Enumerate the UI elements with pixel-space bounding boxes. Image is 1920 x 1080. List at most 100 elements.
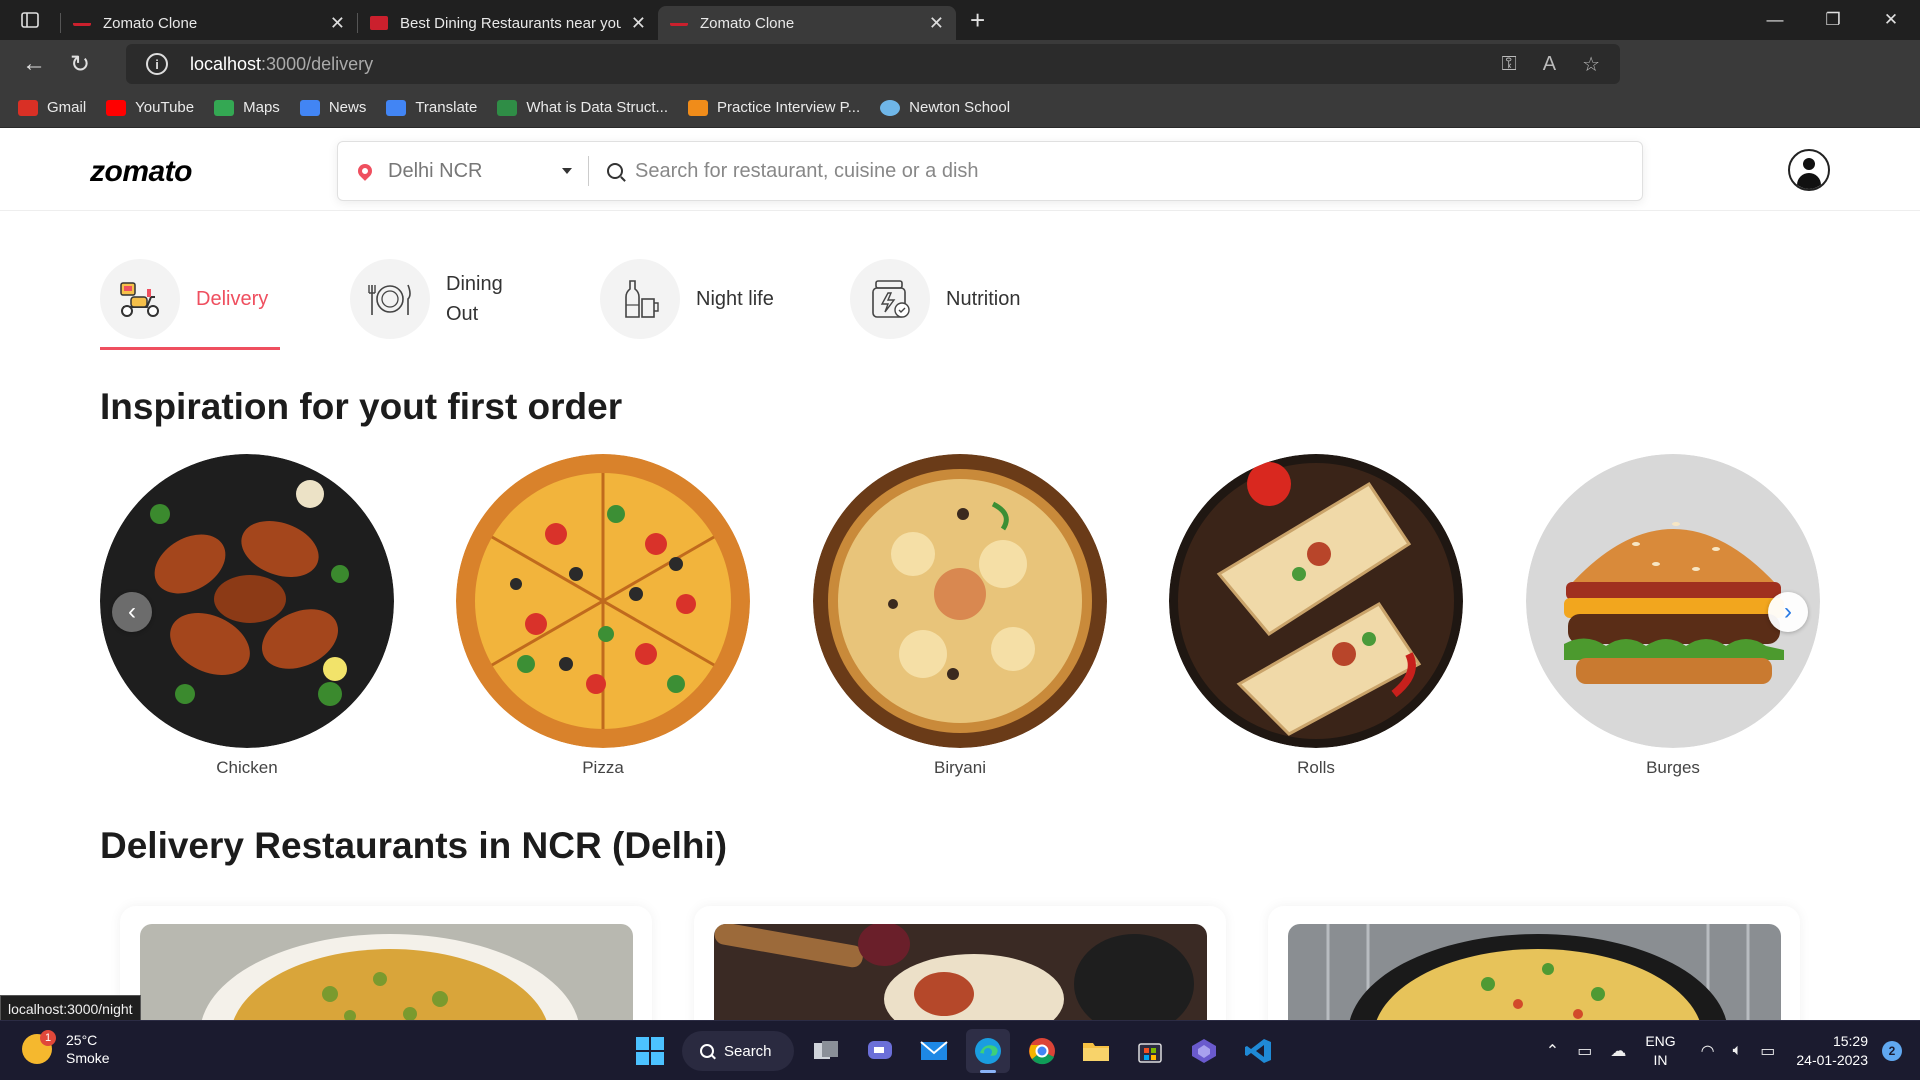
- address-toolbar: ← ↻ i localhost:3000/delivery ⚿ A ☆ ⧉ ✩ …: [0, 40, 1920, 118]
- bookmark-label: Newton School: [909, 99, 1011, 116]
- search-divider: [588, 156, 589, 186]
- tab-nutrition[interactable]: Nutrition: [850, 252, 1100, 346]
- minimize-icon[interactable]: —: [1746, 0, 1804, 40]
- weather-text: 25°C Smoke: [66, 1031, 110, 1067]
- power-automate-icon[interactable]: [1182, 1029, 1226, 1073]
- category-tabs: Delivery Dining Out Night life Nutrition: [100, 252, 1100, 350]
- address-bar[interactable]: i localhost:3000/delivery ⚿ A ☆: [126, 44, 1620, 84]
- tab-night-life[interactable]: Night life: [600, 252, 850, 346]
- omnibox-actions: ⚿ A ☆: [1501, 44, 1600, 84]
- active-tab-underline: [100, 347, 280, 350]
- zomato-logo[interactable]: zomato: [90, 155, 193, 189]
- tab-delivery[interactable]: Delivery: [100, 252, 350, 350]
- tab-label: Night life: [696, 288, 774, 310]
- close-tab-icon[interactable]: ✕: [631, 13, 646, 34]
- browser-tab-1[interactable]: Zomato Clone ✕: [61, 6, 357, 40]
- user-profile-button[interactable]: [1788, 149, 1830, 191]
- vscode-icon[interactable]: [1236, 1029, 1280, 1073]
- bookmark-practice-interview[interactable]: Practice Interview P...: [688, 99, 860, 116]
- bookmark-translate[interactable]: Translate: [386, 99, 477, 116]
- zomato-favicon-icon: [670, 20, 688, 26]
- key-icon[interactable]: ⚿: [1501, 53, 1516, 76]
- carousel-prev-button[interactable]: ‹: [112, 592, 152, 632]
- battery-icon[interactable]: ▭: [1760, 1041, 1775, 1061]
- food-item-rolls[interactable]: Rolls: [1169, 454, 1463, 778]
- refresh-icon[interactable]: ↻: [58, 44, 102, 84]
- microsoft-store-icon[interactable]: [1128, 1029, 1172, 1073]
- tab-title: Best Dining Restaurants near you: [400, 14, 621, 32]
- caret-down-icon[interactable]: [562, 168, 572, 174]
- bookmark-label: Translate: [415, 99, 478, 116]
- location-select[interactable]: Delhi NCR: [388, 160, 562, 183]
- browser-tab-3-active[interactable]: Zomato Clone ✕: [658, 6, 956, 40]
- bookmark-youtube[interactable]: YouTube: [106, 99, 194, 116]
- site-info-icon[interactable]: i: [146, 53, 168, 75]
- chrome-icon[interactable]: [1020, 1029, 1064, 1073]
- food-item-biryani[interactable]: Biryani: [813, 454, 1107, 778]
- task-view-icon[interactable]: [804, 1029, 848, 1073]
- chevron-up-icon[interactable]: ⌃: [1546, 1041, 1559, 1061]
- edge-browser-icon[interactable]: [966, 1029, 1010, 1073]
- food-item-pizza[interactable]: Pizza: [456, 454, 750, 778]
- carousel-next-button[interactable]: ›: [1768, 592, 1808, 632]
- restore-icon[interactable]: ❐: [1804, 0, 1862, 40]
- tab-actions-icon: [21, 12, 39, 28]
- new-tab-icon[interactable]: +: [970, 5, 985, 36]
- plate-icon: [350, 259, 430, 339]
- zomato-favicon-icon: [370, 16, 388, 30]
- start-button[interactable]: [628, 1029, 672, 1073]
- bookmark-data-structures[interactable]: What is Data Struct...: [497, 99, 668, 116]
- bookmark-news[interactable]: News: [299, 99, 367, 116]
- file-explorer-icon[interactable]: [1074, 1029, 1118, 1073]
- translate-icon: [386, 99, 407, 116]
- add-favorite-icon[interactable]: ☆: [1582, 52, 1600, 77]
- window-controls: — ❐ ✕: [1746, 0, 1920, 40]
- bookmark-maps[interactable]: Maps: [214, 99, 280, 116]
- taskbar-apps: Search: [628, 1029, 1280, 1073]
- bookmark-label: What is Data Struct...: [526, 99, 669, 116]
- tab-title: Zomato Clone: [103, 14, 198, 32]
- volume-icon[interactable]: 🔈︎: [1733, 1042, 1743, 1060]
- tablet-mode-icon[interactable]: ▭: [1577, 1041, 1592, 1061]
- wifi-icon[interactable]: ◠: [1701, 1041, 1715, 1061]
- gfg-icon: [497, 99, 518, 116]
- close-tab-icon[interactable]: ✕: [929, 13, 944, 34]
- back-arrow-icon[interactable]: ←: [12, 44, 56, 84]
- gmail-icon: [18, 99, 38, 116]
- system-tray: ⌃ ▭ ☁ ENG IN ◠ 🔈︎ ▭ 15:29 24-01-2023 2: [1537, 1027, 1902, 1075]
- taskbar-search-button[interactable]: Search: [682, 1031, 794, 1071]
- weather-badge: 1: [40, 1030, 56, 1046]
- bookmark-label: News: [328, 99, 367, 116]
- site-header: zomato Delhi NCR: [0, 129, 1920, 211]
- weather-widget[interactable]: 1 25°C Smoke: [22, 1030, 110, 1067]
- browser-tab-2[interactable]: Best Dining Restaurants near you ✕: [358, 6, 658, 40]
- lang-region: IN: [1653, 1052, 1668, 1068]
- onedrive-cloud-icon[interactable]: ☁: [1610, 1041, 1626, 1061]
- bookmark-label: Practice Interview P...: [717, 99, 861, 116]
- url-text: localhost:3000/delivery: [190, 54, 373, 75]
- language-indicator[interactable]: ENG IN: [1645, 1032, 1675, 1070]
- food-label: Rolls: [1297, 758, 1335, 777]
- youtube-icon: [106, 99, 127, 116]
- notification-badge[interactable]: 2: [1882, 1041, 1902, 1061]
- search-input[interactable]: [635, 159, 1535, 183]
- close-window-icon[interactable]: ✕: [1862, 0, 1920, 40]
- mail-icon[interactable]: [912, 1029, 956, 1073]
- maps-icon: [214, 99, 235, 116]
- bookmark-newton-school[interactable]: Newton School: [880, 99, 1010, 116]
- clock[interactable]: 15:29 24-01-2023: [1796, 1032, 1868, 1070]
- tab-dining-out[interactable]: Dining Out: [350, 252, 600, 346]
- restaurant-image: [1288, 924, 1781, 1024]
- teams-chat-icon[interactable]: [858, 1029, 902, 1073]
- windows-taskbar: 1 25°C Smoke Search ⌃ ▭ ☁ ENG IN ◠ 🔈︎ ▭ 15…: [0, 1020, 1920, 1080]
- tab-label: Delivery: [196, 288, 269, 310]
- food-label: Burges: [1646, 758, 1700, 777]
- bottles-icon: [600, 259, 680, 339]
- tab-actions-button[interactable]: [0, 0, 60, 40]
- bookmark-gmail[interactable]: Gmail: [18, 99, 86, 116]
- practice-icon: [688, 99, 709, 116]
- read-aloud-icon[interactable]: A: [1543, 53, 1556, 76]
- news-icon: [299, 99, 320, 116]
- food-label: Chicken: [216, 758, 278, 777]
- close-tab-icon[interactable]: ✕: [330, 13, 345, 34]
